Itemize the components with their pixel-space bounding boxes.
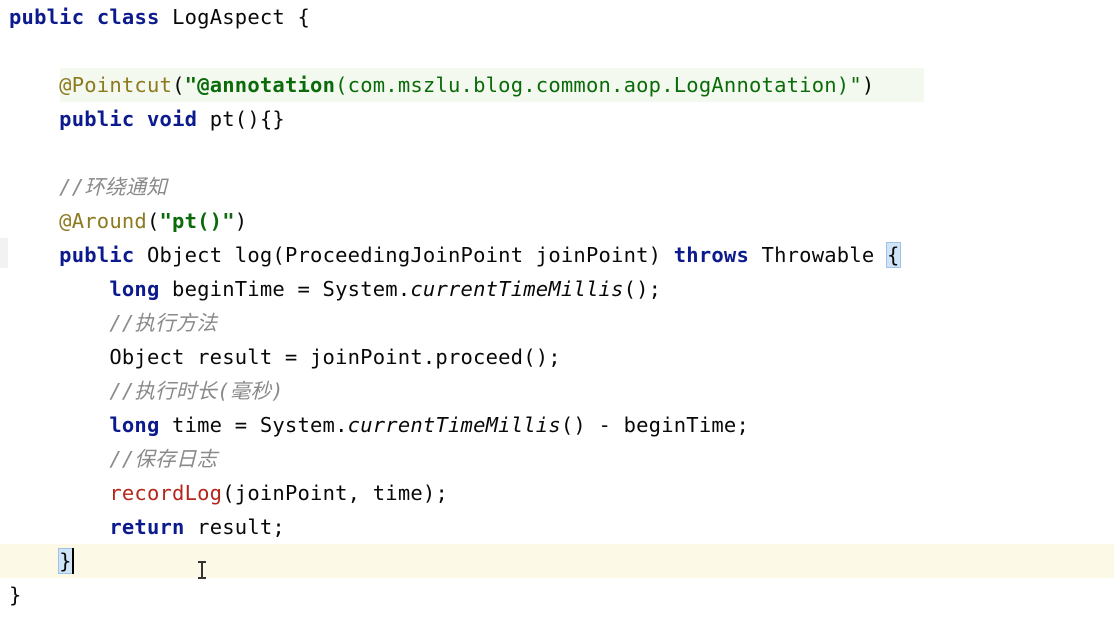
code-line-text: //执行方法 [9,306,217,340]
code-line-text: //执行时长(毫秒) [9,374,284,408]
code-line[interactable]: return result; [0,510,1114,544]
code-line[interactable]: public class LogAspect { [0,0,1114,34]
code-editor[interactable]: public class LogAspect { @Pointcut("@ann… [0,0,1114,622]
code-token: "@annotation [184,73,336,97]
code-line[interactable]: //保存日志 [0,442,1114,476]
code-token: //环绕通知 [59,175,168,199]
code-token: public [9,5,85,29]
code-line[interactable]: @Around("pt()") [0,204,1114,238]
code-line-text: recordLog(joinPoint, time); [9,476,448,510]
code-token: ) [234,209,248,233]
code-token: "pt()" [159,209,235,233]
code-line-text: public void pt(){} [9,102,285,136]
code-line-text: @Around("pt()") [9,204,247,238]
code-line[interactable]: //执行方法 [0,306,1114,340]
code-token: beginTime = System. [159,277,411,301]
code-token: //执行时长(毫秒) [109,379,284,403]
code-line[interactable]: } [0,544,1114,578]
code-line-text: return result; [9,510,285,544]
code-token: public [59,107,135,131]
code-token: Object result = joinPoint.proceed(); [9,345,561,369]
code-line-text: } [9,544,73,578]
code-token: currentTimeMillis [347,413,561,437]
code-line-text: long time = System.currentTimeMillis() -… [9,408,749,442]
code-token: return [109,515,185,539]
code-token: LogAspect { [159,5,311,29]
code-line[interactable]: @Pointcut("@annotation(com.mszlu.blog.co… [0,68,1114,102]
code-line-text: long beginTime = System.currentTimeMilli… [9,272,661,306]
code-token: (com.mszlu.blog.common.aop.LogAnnotation… [335,73,862,97]
code-token: Throwable [749,243,887,267]
code-token: long [109,413,160,437]
code-token: ( [172,73,185,97]
code-line[interactable]: public Object log(ProceedingJoinPoint jo… [0,238,1114,272]
text-cursor-icon [198,561,206,579]
code-line-text: public Object log(ProceedingJoinPoint jo… [9,238,901,272]
code-line-text: //环绕通知 [9,170,167,204]
code-line[interactable]: } [0,578,1114,612]
code-line-text: @Pointcut("@annotation(com.mszlu.blog.co… [9,68,874,102]
code-line-text: Object result = joinPoint.proceed(); [9,340,561,374]
code-line[interactable]: //环绕通知 [0,170,1114,204]
code-token: () - beginTime; [560,413,750,437]
code-token: currentTimeMillis [410,277,624,301]
code-token: ) [861,73,875,97]
code-token: result; [184,515,285,539]
code-line[interactable]: Object result = joinPoint.proceed(); [0,340,1114,374]
code-token: //保存日志 [109,447,218,471]
code-token: @Pointcut [59,73,173,97]
code-line[interactable] [0,136,1114,170]
code-line[interactable]: public void pt(){} [0,102,1114,136]
code-token: } [9,583,22,607]
code-line-text: //保存日志 [9,442,217,476]
code-token: long [109,277,160,301]
code-token: @Around [59,209,147,233]
code-token: ( [146,209,160,233]
code-line-text: public class LogAspect { [9,0,310,34]
code-token: void [146,107,198,131]
matched-brace: { [886,242,901,268]
matched-brace: } [58,548,73,574]
code-line-text: } [9,578,22,612]
code-token: //执行方法 [109,311,218,335]
code-line[interactable]: recordLog(joinPoint, time); [0,476,1114,510]
text-caret [71,548,74,574]
code-token: throws [673,243,750,267]
code-token: pt(){} [197,107,285,131]
code-token: time = System. [159,413,348,437]
code-token: Object log(ProceedingJoinPoint joinPoint… [134,243,674,267]
code-line[interactable]: //执行时长(毫秒) [0,374,1114,408]
code-line[interactable]: long beginTime = System.currentTimeMilli… [0,272,1114,306]
code-line[interactable]: long time = System.currentTimeMillis() -… [0,408,1114,442]
code-token: public [59,243,135,267]
code-token: (); [623,277,662,301]
code-token: class [96,5,160,29]
code-token: (joinPoint, time); [222,481,448,505]
code-token: recordLog [109,481,223,505]
code-line[interactable] [0,34,1114,68]
